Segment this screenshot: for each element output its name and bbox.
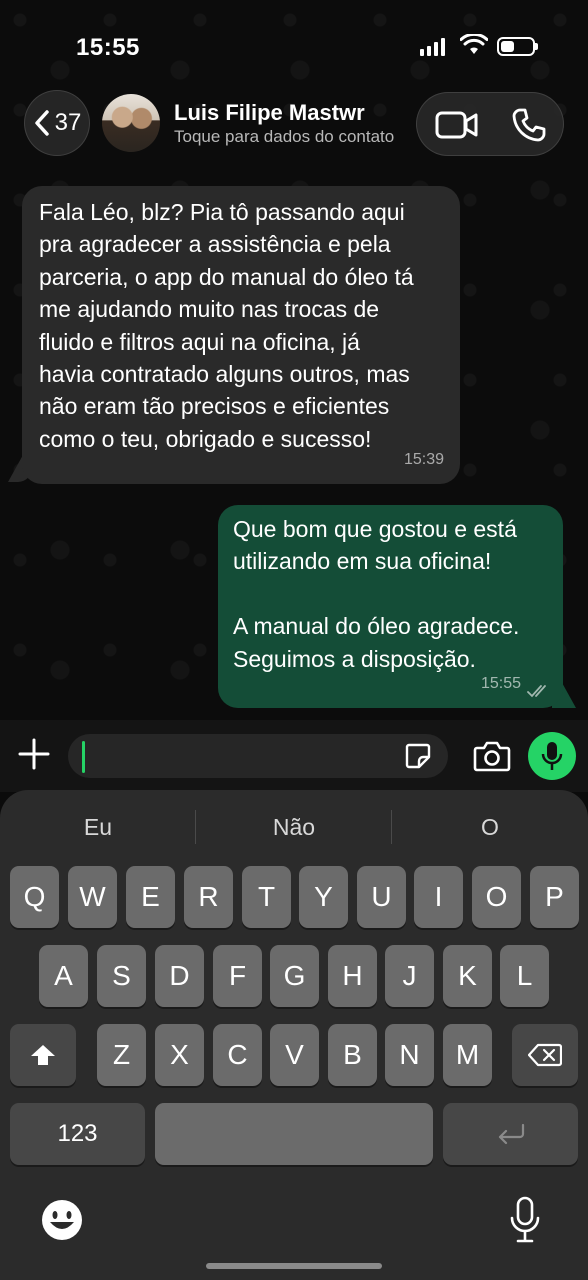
message-text: Fala Léo, blz? Pia tô passando aqui pra … xyxy=(39,199,414,452)
key-n[interactable]: N xyxy=(385,1024,434,1086)
contact-subtitle[interactable]: Toque para dados do contato xyxy=(174,127,400,147)
message-time: 15:55 xyxy=(480,674,521,692)
suggestion-3[interactable]: O xyxy=(392,814,588,841)
key-y[interactable]: Y xyxy=(299,866,348,928)
key-g[interactable]: G xyxy=(270,945,319,1007)
key-o[interactable]: O xyxy=(472,866,521,928)
status-time: 15:55 xyxy=(76,34,140,61)
status-bar: 15:55 xyxy=(0,0,588,80)
chevron-left-icon xyxy=(34,110,49,136)
space-key[interactable] xyxy=(155,1103,433,1165)
microphone-icon xyxy=(541,742,563,770)
message-composer xyxy=(0,720,588,792)
key-c[interactable]: C xyxy=(213,1024,262,1086)
key-f[interactable]: F xyxy=(213,945,262,1007)
emoji-icon[interactable] xyxy=(40,1198,84,1242)
message-text: Que bom que gostou e está utilizando em … xyxy=(233,516,520,672)
text-caret xyxy=(82,741,85,773)
shift-key[interactable] xyxy=(10,1024,76,1086)
voice-call-icon[interactable] xyxy=(511,107,547,143)
battery-icon xyxy=(497,37,535,56)
message-input[interactable] xyxy=(68,734,448,778)
cellular-signal-icon xyxy=(420,38,445,56)
camera-icon[interactable] xyxy=(473,740,511,772)
voice-message-button[interactable] xyxy=(528,732,576,780)
key-h[interactable]: H xyxy=(328,945,377,1007)
return-icon xyxy=(498,1123,524,1145)
incoming-message[interactable]: Fala Léo, blz? Pia tô passando aqui pra … xyxy=(22,186,460,484)
home-indicator[interactable] xyxy=(206,1263,382,1269)
backspace-icon xyxy=(528,1043,562,1067)
call-actions xyxy=(416,92,564,156)
key-l[interactable]: L xyxy=(500,945,549,1007)
key-b[interactable]: B xyxy=(328,1024,377,1086)
key-d[interactable]: D xyxy=(155,945,204,1007)
chat-header: 37 Luis Filipe Mastwr Toque para dados d… xyxy=(0,80,588,172)
key-p[interactable]: P xyxy=(530,866,579,928)
contact-name[interactable]: Luis Filipe Mastwr xyxy=(174,100,365,126)
suggestion-bar: Eu Não O xyxy=(0,808,588,846)
suggestion-1[interactable]: Eu xyxy=(0,814,196,841)
key-u[interactable]: U xyxy=(357,866,406,928)
key-x[interactable]: X xyxy=(155,1024,204,1086)
read-ticks-icon xyxy=(527,685,546,698)
key-z[interactable]: Z xyxy=(97,1024,146,1086)
outgoing-message[interactable]: Que bom que gostou e está utilizando em … xyxy=(218,505,563,708)
battery-tip xyxy=(535,43,538,50)
key-m[interactable]: M xyxy=(443,1024,492,1086)
contact-subtitle-text: Toque para dados do contato xyxy=(174,127,395,146)
key-v[interactable]: V xyxy=(270,1024,319,1086)
unread-count: 37 xyxy=(54,109,82,136)
sticker-icon[interactable] xyxy=(404,742,432,770)
numbers-key[interactable]: 123 xyxy=(10,1103,145,1165)
key-q[interactable]: Q xyxy=(10,866,59,928)
key-a[interactable]: A xyxy=(39,945,88,1007)
key-r[interactable]: R xyxy=(184,866,233,928)
plus-icon[interactable] xyxy=(16,736,52,772)
key-w[interactable]: W xyxy=(68,866,117,928)
back-button[interactable]: 37 xyxy=(24,90,90,156)
shift-arrow-icon xyxy=(31,1045,55,1065)
key-j[interactable]: J xyxy=(385,945,434,1007)
dictation-microphone-icon[interactable] xyxy=(508,1196,542,1244)
contact-avatar[interactable] xyxy=(102,94,160,152)
suggestion-2[interactable]: Não xyxy=(196,814,392,841)
key-i[interactable]: I xyxy=(414,866,463,928)
return-key[interactable] xyxy=(443,1103,578,1165)
key-e[interactable]: E xyxy=(126,866,175,928)
key-s[interactable]: S xyxy=(97,945,146,1007)
key-t[interactable]: T xyxy=(242,866,291,928)
backspace-key[interactable] xyxy=(512,1024,578,1086)
video-call-icon[interactable] xyxy=(435,107,479,143)
key-k[interactable]: K xyxy=(443,945,492,1007)
wifi-icon xyxy=(460,34,488,54)
message-time: 15:39 xyxy=(403,450,444,468)
keyboard: Eu Não O Q W E R T Y U I O P A S D F G H… xyxy=(0,790,588,1280)
